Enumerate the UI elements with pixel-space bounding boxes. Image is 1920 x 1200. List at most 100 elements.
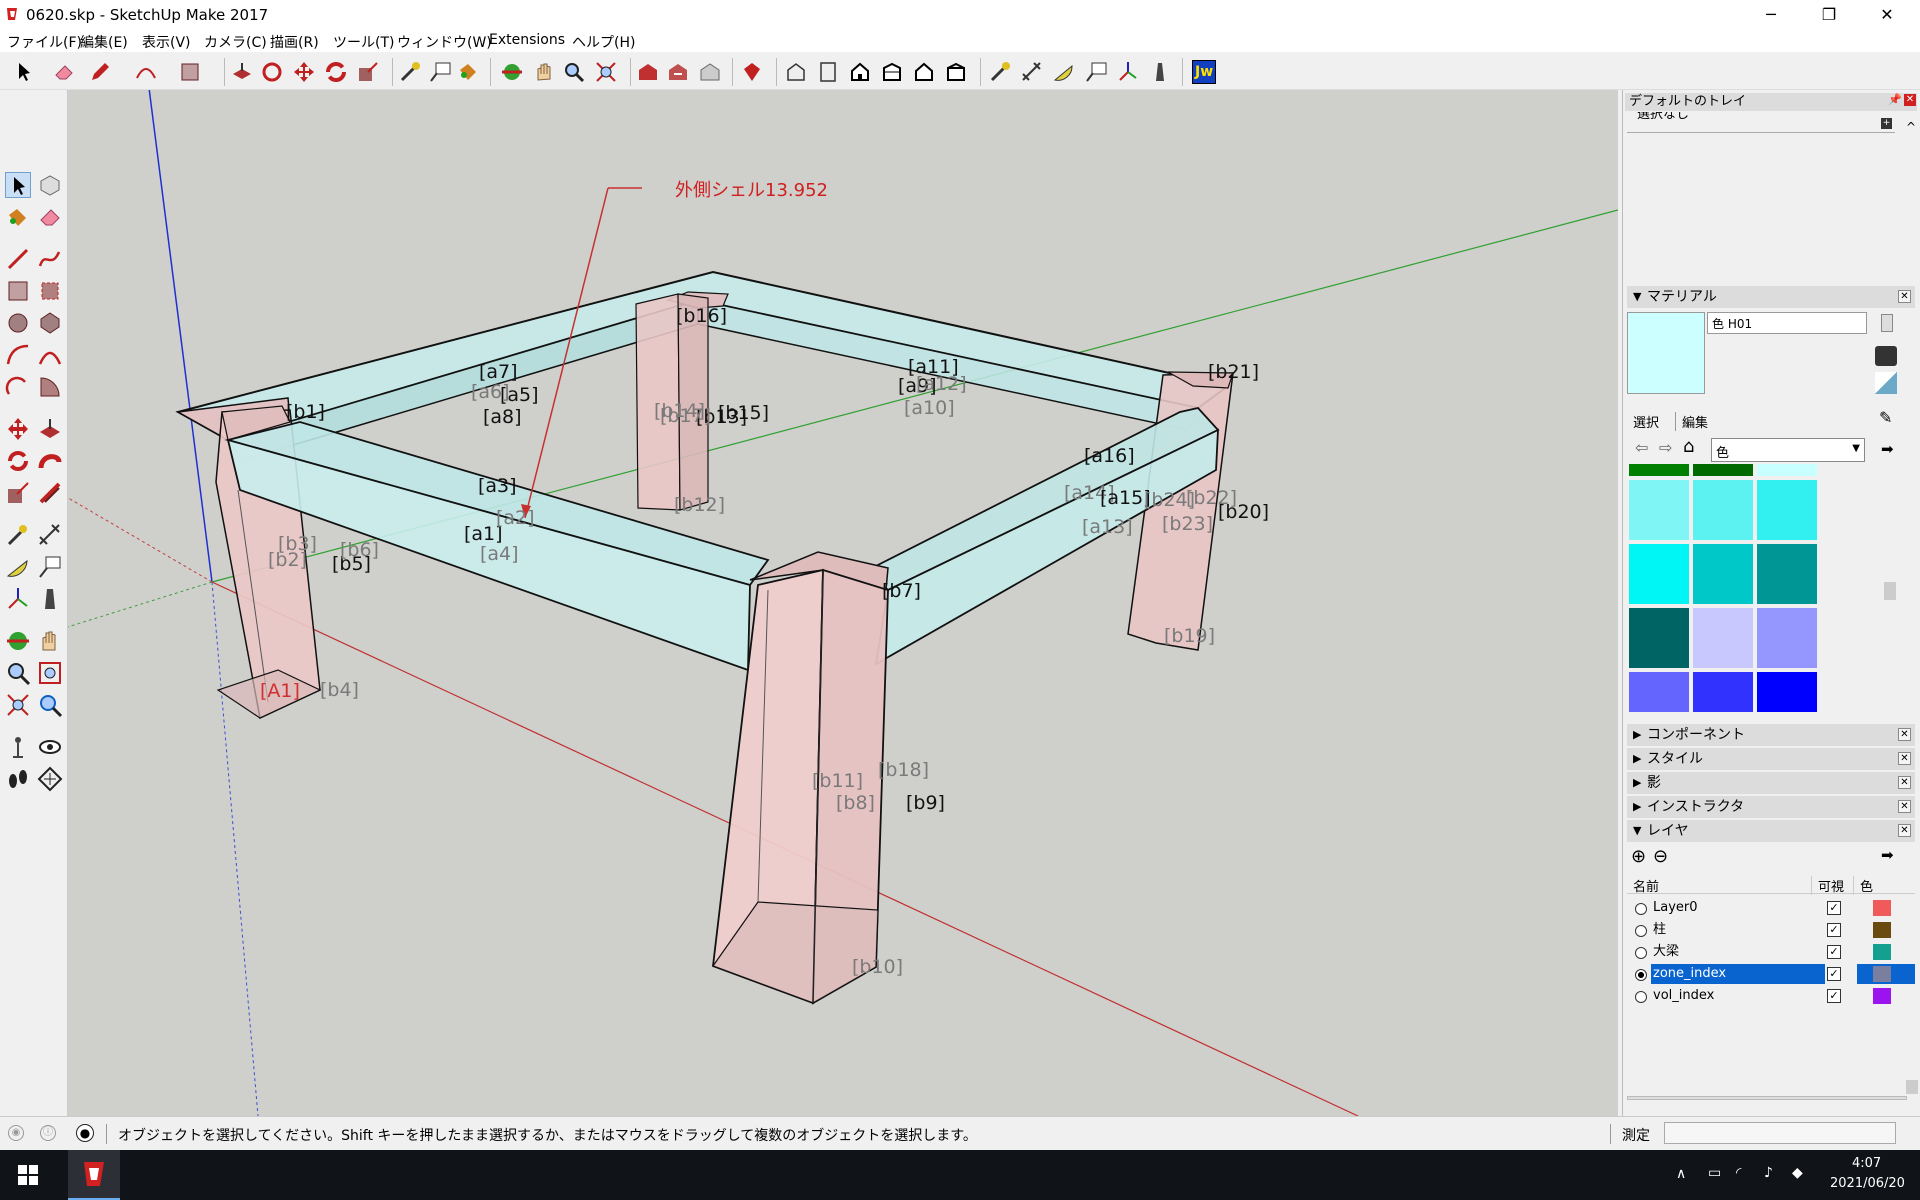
zoom-tool-icon[interactable]: [5, 660, 31, 686]
styles-header[interactable]: ▶ スタイル ✕: [1627, 748, 1915, 770]
scale-tool-icon[interactable]: [5, 480, 31, 506]
material-toggle-icon[interactable]: [1881, 314, 1893, 332]
layer-name[interactable]: 柱: [1651, 920, 1666, 940]
protractor-icon[interactable]: [5, 554, 31, 580]
col-visible[interactable]: 可視: [1811, 876, 1844, 895]
shadows-header[interactable]: ▶ 影 ✕: [1627, 772, 1915, 794]
credits-icon[interactable]: ⓘ: [40, 1125, 56, 1141]
label-b21[interactable]: [b21]: [1208, 361, 1259, 383]
label-a2[interactable]: [a2]: [496, 507, 535, 529]
tape-measure-icon[interactable]: [5, 522, 31, 548]
label-b15[interactable]: [b15]: [718, 402, 769, 424]
text-tool-icon[interactable]: [37, 554, 63, 580]
scroll-up-icon[interactable]: ^: [1906, 120, 1916, 134]
material-swatch[interactable]: [1757, 464, 1817, 476]
zoom-extents-icon[interactable]: [594, 60, 618, 84]
push-pull-tool-icon[interactable]: [37, 416, 63, 442]
label-b23[interactable]: [b23]: [1162, 513, 1213, 535]
model-canvas[interactable]: 外側シェル13.952 [a1][a2][a3][a4][a5][a6][a7]…: [68, 90, 1618, 1116]
label-b18[interactable]: [b18]: [878, 759, 929, 781]
material-swatch[interactable]: [1693, 544, 1753, 604]
material-swatch[interactable]: [1757, 480, 1817, 540]
walk-tool-icon[interactable]: [5, 766, 31, 792]
tab-edit[interactable]: 編集: [1675, 412, 1708, 431]
tape-measure-2-icon[interactable]: [988, 60, 1012, 84]
view-top-icon[interactable]: [816, 60, 840, 84]
active-layer-radio[interactable]: [1635, 991, 1647, 1003]
material-swatch[interactable]: [1629, 480, 1689, 540]
rectangle-tool-icon[interactable]: [5, 278, 31, 304]
tab-select[interactable]: 選択: [1633, 412, 1659, 431]
close-button[interactable]: ✕: [1858, 0, 1916, 30]
tray-scrollbar-thumb[interactable]: [1906, 1080, 1918, 1094]
scale-tool-icon[interactable]: [356, 60, 380, 84]
text-tool-2-icon[interactable]: [1084, 60, 1108, 84]
layer-visible-checkbox[interactable]: ✓: [1827, 923, 1841, 937]
axes-tool-icon[interactable]: [1116, 60, 1140, 84]
entity-toggle-icon[interactable]: +: [1881, 118, 1892, 129]
label-b24[interactable]: [b24]: [1144, 489, 1195, 511]
layers-close-icon[interactable]: ✕: [1898, 824, 1911, 837]
move-tool-icon[interactable]: [5, 416, 31, 442]
layer-details-arrow-icon[interactable]: ➡: [1881, 846, 1894, 864]
view-back-icon[interactable]: [912, 60, 936, 84]
model-viewport[interactable]: 外側シェル13.952 [a1] [a2] [a3] [a4] [a5] [a6] [a7]…: [68, 90, 1618, 1116]
3d-text-icon[interactable]: [37, 586, 63, 612]
view-right-icon[interactable]: [880, 60, 904, 84]
instructor-header[interactable]: ▶ インストラクタ ✕: [1627, 796, 1915, 818]
text-tool-icon[interactable]: [428, 60, 452, 84]
wifi-icon[interactable]: ◜: [1736, 1165, 1741, 1181]
label-b7[interactable]: [b7]: [882, 580, 921, 602]
view-left-icon[interactable]: [944, 60, 968, 84]
swatch-scrollbar-thumb[interactable]: [1884, 582, 1896, 600]
zoom-extents-icon[interactable]: [5, 692, 31, 718]
freehand-tool-icon[interactable]: [37, 246, 63, 272]
tape-measure-icon[interactable]: [398, 60, 422, 84]
material-name-field[interactable]: [1707, 312, 1867, 334]
select-tool-icon[interactable]: [5, 172, 31, 198]
swatch-scrollbar[interactable]: [1881, 466, 1899, 712]
label-b6[interactable]: [b6]: [340, 539, 379, 561]
dimension-tool-icon[interactable]: [1020, 60, 1044, 84]
default-material-icon[interactable]: [1875, 372, 1897, 394]
home-icon[interactable]: ⌂: [1683, 436, 1694, 457]
layer-row[interactable]: Layer0 ✓: [1627, 898, 1915, 920]
arc-tool-icon[interactable]: [5, 342, 31, 368]
minimize-button[interactable]: ─: [1742, 0, 1800, 30]
label-b17[interactable]: [b17]: [660, 405, 711, 427]
layers-header[interactable]: ▼ レイヤ ✕: [1627, 820, 1915, 842]
label-b11[interactable]: [b11]: [812, 770, 863, 792]
rotate-tool-icon[interactable]: [5, 448, 31, 474]
orbit-tool-icon[interactable]: [500, 60, 524, 84]
label-a16[interactable]: [a16]: [1084, 445, 1135, 467]
material-swatch[interactable]: [1693, 672, 1753, 712]
position-camera-icon[interactable]: [5, 734, 31, 760]
annotation-text[interactable]: 外側シェル13.952: [675, 180, 828, 201]
layer-row[interactable]: 大梁 ✓: [1627, 942, 1915, 964]
arc-tool-icon[interactable]: [134, 60, 158, 84]
rectangle-tool-icon[interactable]: [178, 60, 202, 84]
previous-view-icon[interactable]: [37, 692, 63, 718]
orbit-tool-icon[interactable]: [5, 628, 31, 654]
material-swatch[interactable]: [1629, 672, 1689, 712]
user-account-icon[interactable]: ●: [76, 1124, 94, 1142]
make-component-icon[interactable]: [37, 172, 63, 198]
extension-warehouse-icon[interactable]: [740, 60, 764, 84]
materials-header[interactable]: ▼ マテリアル ✕: [1627, 286, 1915, 308]
library-select[interactable]: 色 ▼: [1711, 438, 1865, 462]
share-model-icon[interactable]: [666, 60, 690, 84]
tray-horizontal-scrollbar[interactable]: [1627, 1096, 1907, 1100]
jw-plugin-button[interactable]: Jw: [1192, 60, 1216, 84]
instructor-close-icon[interactable]: ✕: [1898, 800, 1911, 813]
layer-visible-checkbox[interactable]: ✓: [1827, 901, 1841, 915]
forward-arrow-icon[interactable]: ⇨: [1659, 438, 1672, 457]
pencil-tool-icon[interactable]: [88, 60, 112, 84]
line-tool-icon[interactable]: [5, 246, 31, 272]
label-a10[interactable]: [a10]: [904, 397, 955, 419]
layer-color-swatch[interactable]: [1873, 944, 1891, 960]
menu-help[interactable]: ヘルプ(H): [572, 32, 635, 52]
offset-tool-icon[interactable]: [260, 60, 284, 84]
volume-icon[interactable]: ♪: [1764, 1165, 1773, 1181]
tray-close-icon[interactable]: ✕: [1904, 94, 1916, 106]
layer-row[interactable]: 柱 ✓: [1627, 920, 1915, 942]
